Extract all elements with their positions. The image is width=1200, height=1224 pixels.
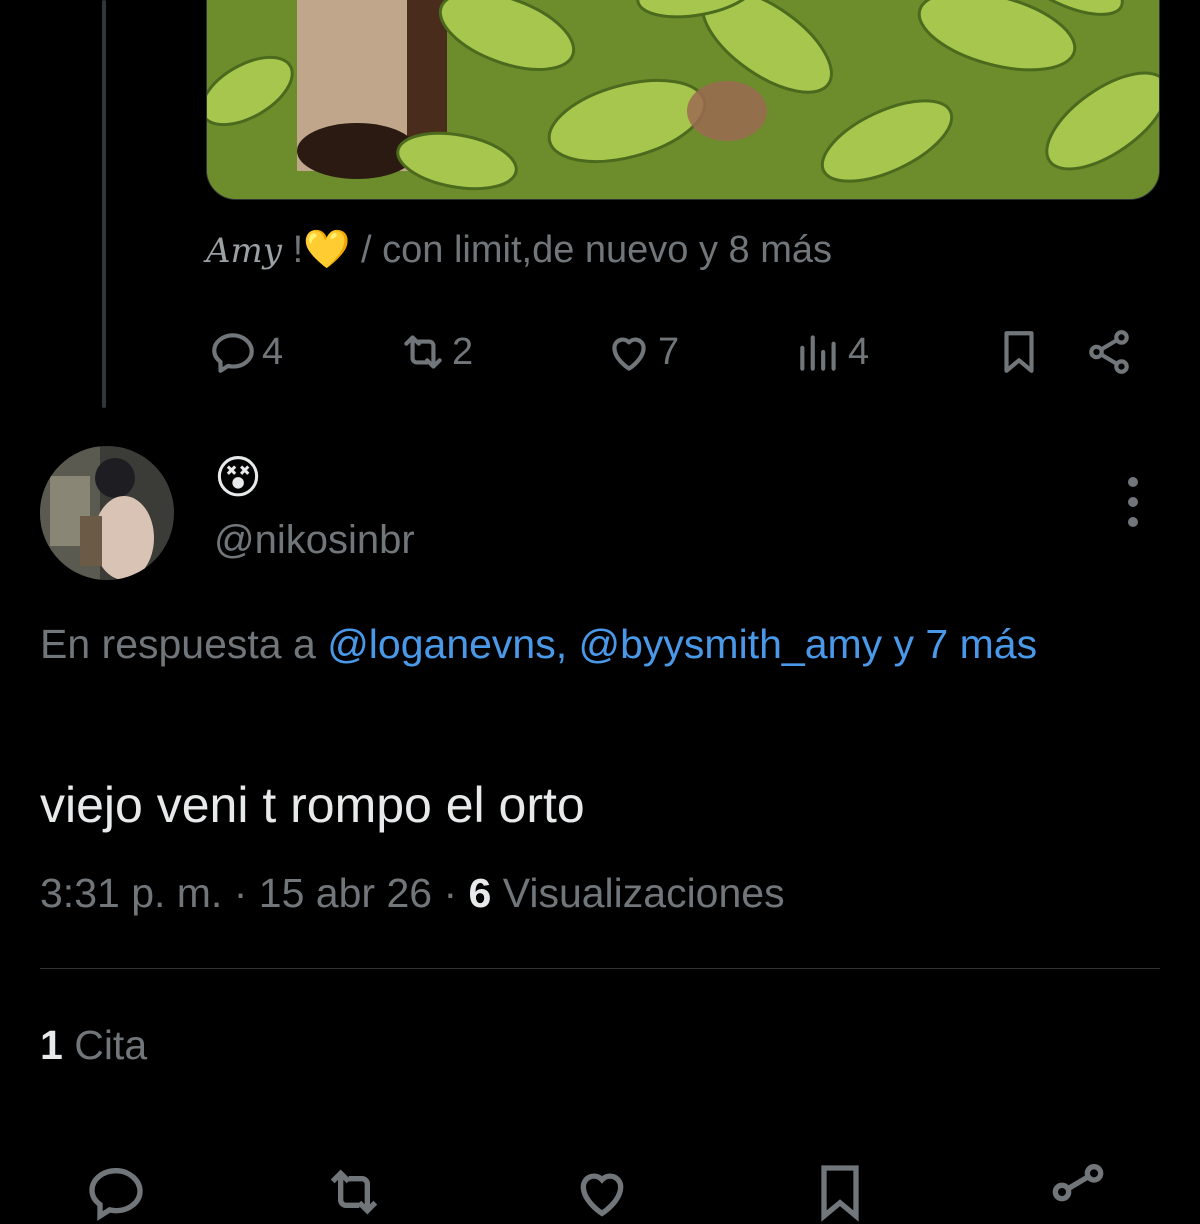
- retweet-button[interactable]: 2: [398, 322, 473, 382]
- bookmark-button[interactable]: [994, 322, 1044, 382]
- quotes-count: 1: [40, 1022, 63, 1068]
- like-button[interactable]: 7: [604, 322, 679, 382]
- reply-icon[interactable]: [84, 1160, 148, 1224]
- views-total: 6: [468, 870, 492, 916]
- reply-count: 4: [262, 330, 284, 373]
- in-reply-to: En respuesta a @loganevns, @byysmith_amy…: [40, 612, 1150, 676]
- separator-dot: ·: [233, 870, 248, 916]
- tweet-date[interactable]: 15 abr 26: [259, 870, 432, 916]
- views-label: Visualizaciones: [502, 870, 785, 916]
- bookmark-icon: [1004, 331, 1034, 373]
- tweet-text: viejo veni t rompo el orto: [40, 777, 585, 833]
- divider: [40, 968, 1160, 969]
- more-options-icon[interactable]: [1110, 474, 1156, 530]
- quotes-label: Cita: [74, 1022, 148, 1068]
- display-name[interactable]: 😵: [214, 454, 262, 500]
- retweet-icon[interactable]: [322, 1160, 386, 1224]
- tagged-rest: / con limit,de nuevo y 8 más: [350, 229, 833, 271]
- share-icon: [1089, 330, 1129, 374]
- heart-icon[interactable]: [570, 1160, 634, 1224]
- like-count: 7: [658, 330, 680, 373]
- share-icon[interactable]: [1046, 1160, 1110, 1224]
- tweet-media-image[interactable]: [206, 0, 1160, 200]
- tweet-metadata: 3:31 p. m. · 15 abr 26 · 6 Visualizacion…: [40, 870, 785, 917]
- reply-icon: [212, 333, 254, 373]
- quotes-stat[interactable]: 1 Cita: [40, 1022, 147, 1069]
- share-button[interactable]: [1084, 322, 1134, 382]
- thread-connector-line: [102, 0, 106, 408]
- views-count: 4: [848, 330, 870, 373]
- heart-icon: [612, 337, 646, 371]
- views-bar-chart-icon: [800, 335, 836, 371]
- reply-button[interactable]: 4: [208, 322, 283, 382]
- tagged-user-name: Amy: [206, 231, 283, 271]
- retweet-count: 2: [452, 330, 474, 373]
- tweet-time[interactable]: 3:31 p. m.: [40, 870, 222, 916]
- in-reply-to-prefix: En respuesta a: [40, 621, 328, 667]
- tagged-name-suffix: !: [282, 229, 304, 271]
- parent-tweet-action-bar: 4 2 7 4: [208, 322, 1140, 382]
- views-button[interactable]: 4: [794, 322, 869, 382]
- avatar[interactable]: [40, 446, 174, 580]
- reply-action-bar: [0, 1160, 1200, 1222]
- separator-dot: ·: [443, 870, 458, 916]
- reply-mentions-link[interactable]: @loganevns, @byysmith_amy y 7 más: [327, 621, 1037, 667]
- tagged-users[interactable]: Amy !💛 / con limit,de nuevo y 8 más: [206, 228, 832, 272]
- user-handle[interactable]: @nikosinbr: [214, 518, 415, 563]
- yellow-heart-emoji: 💛: [303, 229, 351, 271]
- bookmark-icon[interactable]: [808, 1160, 872, 1224]
- retweet-icon: [404, 335, 442, 369]
